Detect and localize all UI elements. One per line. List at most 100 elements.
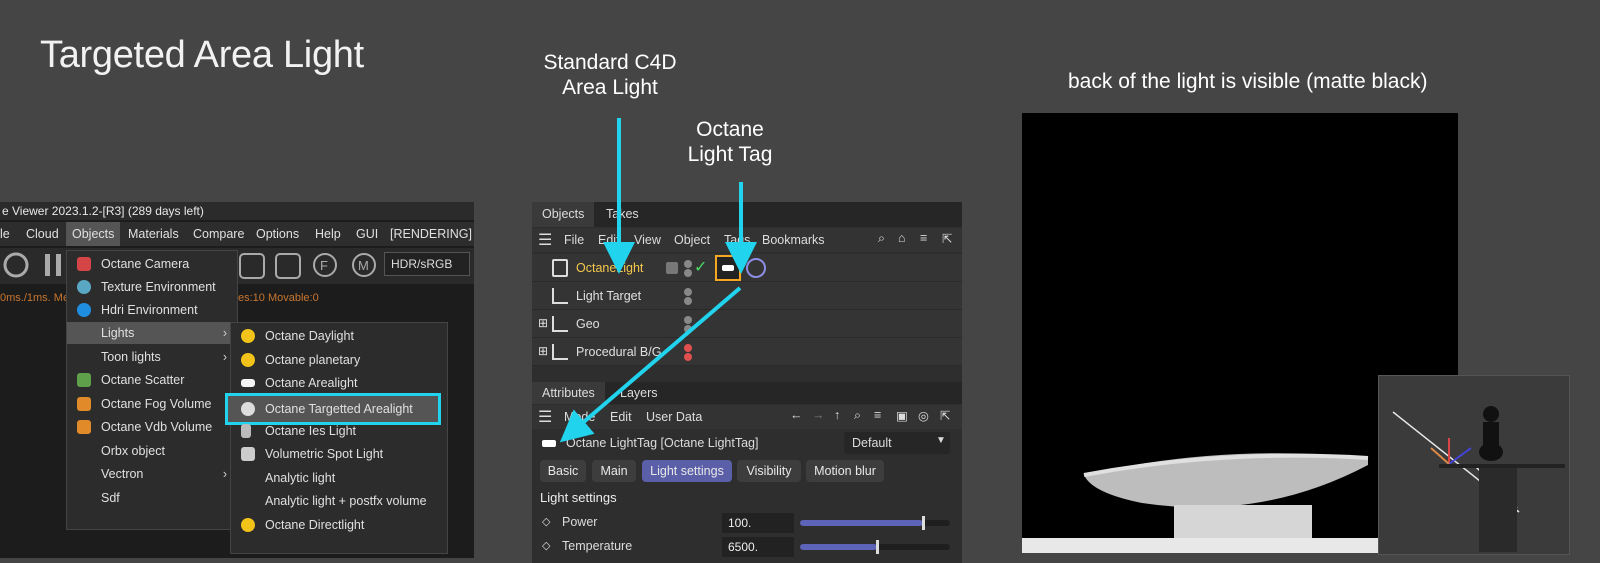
menu-item-volumetric-spot-light[interactable]: Volumetric Spot Light: [231, 443, 447, 465]
menu-item-octane-fog-volume[interactable]: Octane Fog Volume: [67, 393, 237, 415]
chevron-right-icon: ›: [222, 467, 227, 481]
viewer-title-bar: e Viewer 2023.1.2-[R3] (289 days left): [0, 202, 474, 220]
param-power-slider-knob[interactable]: [922, 516, 925, 530]
section-light-settings: Light settings: [540, 490, 617, 505]
menu-options[interactable]: Options: [256, 227, 299, 241]
popout-icon[interactable]: ⇱: [942, 231, 952, 246]
menu-item-lights[interactable]: Lights ›: [67, 322, 237, 344]
menu-item-orbx-object[interactable]: Orbx object: [67, 440, 237, 462]
menu-item-octane-planetary[interactable]: Octane planetary: [231, 349, 447, 371]
menu-item-sdf[interactable]: Sdf: [67, 487, 237, 509]
tab-visibility[interactable]: Visibility: [737, 460, 801, 482]
edit-toggle-icon[interactable]: [666, 262, 678, 274]
m-pin-icon[interactable]: M: [352, 253, 376, 277]
object-row-light-target[interactable]: Light Target: [532, 282, 962, 310]
menu-item-octane-camera[interactable]: Octane Camera: [67, 253, 237, 275]
menu-compare[interactable]: Compare: [193, 227, 244, 241]
menu-item-analytic-light[interactable]: Analytic light: [231, 467, 447, 489]
object-row-procedural-bg[interactable]: ⊞ Procedural B/G: [532, 338, 962, 366]
menu-materials[interactable]: Materials: [128, 227, 179, 241]
refresh-icon[interactable]: [3, 252, 29, 278]
menu-item-octane-scatter[interactable]: Octane Scatter: [67, 369, 237, 391]
menu-item-octane-directlight[interactable]: Octane Directlight: [231, 514, 447, 536]
popout-icon[interactable]: ⇱: [940, 408, 950, 423]
visibility-dot[interactable]: [684, 316, 692, 324]
menu-item-hdri-environment[interactable]: Hdri Environment: [67, 299, 237, 321]
tab-attributes[interactable]: Attributes: [532, 382, 605, 404]
hdri-env-icon: [77, 303, 91, 317]
object-row-geo[interactable]: ⊞ Geo: [532, 310, 962, 338]
menu-item-octane-targetted-arealight[interactable]: Octane Targetted Arealight: [225, 393, 441, 425]
visibility-dot[interactable]: [684, 260, 692, 268]
tab-basic[interactable]: Basic: [540, 460, 586, 482]
menu-gui[interactable]: GUI: [356, 227, 378, 241]
search-icon[interactable]: ⌕: [878, 231, 885, 246]
param-temperature-value[interactable]: 6500.: [722, 537, 794, 557]
param-power-value[interactable]: 100.: [722, 513, 794, 533]
octane-light-tag-icon[interactable]: [715, 255, 741, 281]
tab-motion-blur[interactable]: Motion blur: [806, 460, 884, 482]
target-tag-icon[interactable]: [746, 258, 766, 278]
keyframe-diamond-icon[interactable]: ◇: [542, 539, 550, 552]
om-menu-tags[interactable]: Tags: [724, 233, 750, 247]
menu-item-octane-vdb-volume[interactable]: Octane Vdb Volume: [67, 416, 237, 438]
menu-item-analytic-light-postfx[interactable]: Analytic light + postfx volume: [231, 490, 447, 512]
preset-dropdown[interactable]: Default: [844, 432, 950, 454]
menu-cloud[interactable]: Cloud: [26, 227, 59, 241]
tab-main[interactable]: Main: [592, 460, 636, 482]
expand-icon[interactable]: ⊞: [538, 344, 548, 358]
target-icon[interactable]: ◎: [918, 408, 929, 423]
menu-item-toon-lights[interactable]: Toon lights ›: [67, 346, 237, 368]
tab-layers[interactable]: Layers: [610, 382, 668, 404]
tab-objects[interactable]: Objects: [532, 202, 595, 227]
keyframe-diamond-icon[interactable]: ◇: [542, 515, 550, 528]
render-dot[interactable]: [684, 325, 692, 333]
filter-icon[interactable]: ≡: [874, 408, 881, 422]
focus-region-icon[interactable]: [275, 253, 301, 279]
visibility-dot-red[interactable]: [684, 344, 692, 352]
om-menu-view[interactable]: View: [634, 233, 661, 247]
menu-file[interactable]: le: [0, 227, 10, 241]
menu-item-texture-environment[interactable]: Texture Environment: [67, 276, 237, 298]
attr-menu-user-data[interactable]: User Data: [646, 410, 702, 424]
hamburger-icon[interactable]: ☰: [538, 407, 552, 427]
pause-icon[interactable]: [45, 254, 61, 276]
up-arrow-icon[interactable]: ↑: [834, 408, 840, 422]
attr-menu-mode[interactable]: Mode: [564, 410, 595, 424]
chevron-right-icon: ›: [222, 350, 227, 364]
expand-icon[interactable]: ⊞: [538, 316, 548, 330]
search-icon[interactable]: ⌕: [854, 408, 861, 423]
back-arrow-icon[interactable]: ←: [790, 408, 803, 422]
tab-takes[interactable]: Takes: [596, 202, 649, 227]
slide-title: Targeted Area Light: [40, 34, 364, 76]
annotation-standard-area-light: Standard C4D Area Light: [543, 51, 677, 99]
menu-rendering[interactable]: [RENDERING]: [390, 227, 472, 241]
tab-light-settings[interactable]: Light settings: [642, 460, 732, 482]
color-space-select[interactable]: HDR/sRGB: [384, 252, 470, 276]
visibility-dot[interactable]: [684, 288, 692, 296]
add-region-icon[interactable]: [239, 253, 265, 279]
om-menu-edit[interactable]: Edit: [598, 233, 620, 247]
menu-item-octane-daylight[interactable]: Octane Daylight: [231, 325, 447, 347]
hamburger-icon[interactable]: ☰: [538, 230, 552, 250]
om-menu-object[interactable]: Object: [674, 233, 710, 247]
param-temperature-slider-knob[interactable]: [875, 540, 879, 554]
render-dot[interactable]: [684, 269, 692, 277]
om-menu-file[interactable]: File: [564, 233, 584, 247]
forward-arrow-icon[interactable]: →: [812, 408, 825, 422]
menu-item-octane-arealight[interactable]: Octane Arealight: [231, 372, 447, 394]
lock-icon[interactable]: ▣: [896, 408, 908, 423]
menu-item-vectron[interactable]: Vectron ›: [67, 463, 237, 485]
menu-help[interactable]: Help: [315, 227, 341, 241]
menu-objects[interactable]: Objects: [66, 222, 121, 246]
render-dot[interactable]: [684, 297, 692, 305]
filter-icon[interactable]: ≡: [920, 231, 927, 245]
render-dot-red[interactable]: [684, 353, 692, 361]
menu-item-octane-ies-light[interactable]: Octane Ies Light: [231, 420, 447, 442]
check-icon[interactable]: ✓: [694, 257, 707, 277]
attr-menu-edit[interactable]: Edit: [610, 410, 632, 424]
f-pin-icon[interactable]: F: [313, 253, 337, 277]
home-icon[interactable]: ⌂: [898, 231, 906, 245]
om-menu-bookmarks[interactable]: Bookmarks: [762, 233, 825, 247]
object-row-octanelight[interactable]: OctaneLight ✓: [532, 254, 962, 282]
